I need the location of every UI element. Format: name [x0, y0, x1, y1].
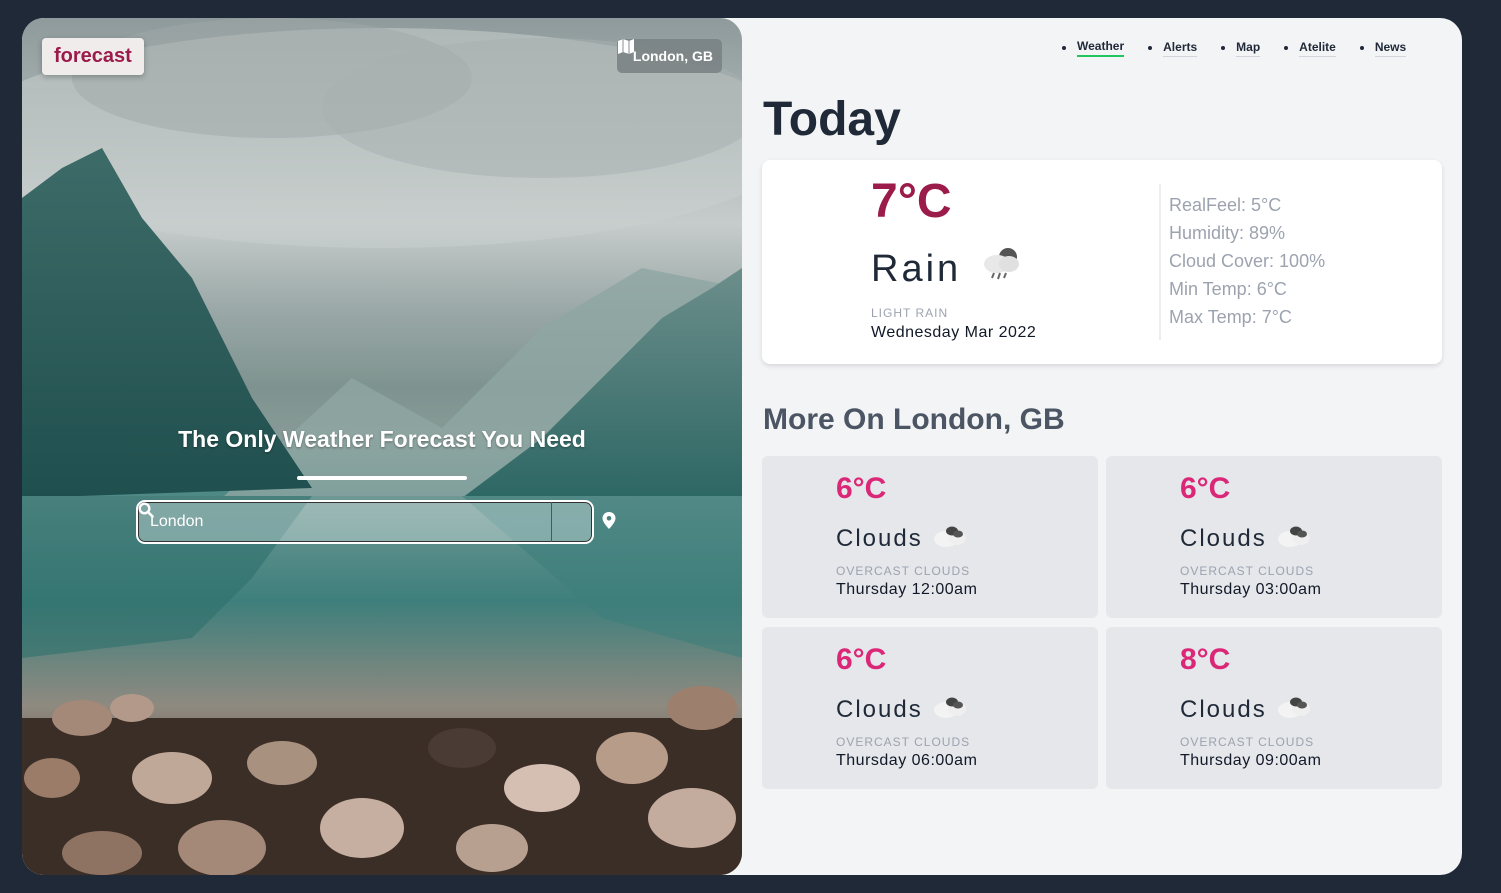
top-nav: Weather Alerts Map Atelite News [1062, 39, 1430, 57]
card-divider [1159, 184, 1161, 340]
nav-alerts[interactable]: Alerts [1148, 39, 1198, 57]
location-chip[interactable]: London, GB [616, 39, 722, 73]
nav-bullet [1221, 46, 1226, 50]
forecast-description: OVERCAST CLOUDS [1180, 564, 1315, 578]
forecast-condition: Clouds [1180, 522, 1313, 555]
forecast-temperature: 8°C [1180, 643, 1231, 676]
nav-bullet [1359, 46, 1364, 50]
forecast-card[interactable]: 8°C Clouds OVERCAST CLOUDS Thursday 09:0… [1106, 627, 1442, 789]
hero-panel: forecast London, GB The Only Weather For… [22, 18, 742, 875]
today-condition: Rain [871, 244, 1023, 294]
nav-bullet [1148, 46, 1153, 50]
forecast-condition-label: Clouds [836, 524, 923, 552]
forecast-time: Thursday 12:00am [836, 581, 978, 598]
today-temperature: 7°C [871, 175, 952, 228]
nav-weather[interactable]: Weather [1062, 39, 1125, 57]
forecast-description: OVERCAST CLOUDS [1180, 735, 1315, 749]
forecast-time: Thursday 06:00am [836, 752, 978, 769]
stat-realfeel: RealFeel: 5°C [1169, 195, 1282, 215]
forecast-condition: Clouds [1180, 693, 1313, 726]
forecast-condition: Clouds [836, 522, 969, 555]
today-heading: Today [763, 93, 901, 146]
today-card: 7°C Rain LIGHT RAIN Wednesday Mar 2022 R… [762, 160, 1442, 364]
clouds-icon [1277, 693, 1313, 726]
nav-bullet [1062, 46, 1066, 50]
nav-news[interactable]: News [1359, 39, 1407, 57]
today-date: Wednesday Mar 2022 [871, 324, 1037, 341]
forecast-condition-label: Clouds [836, 695, 923, 723]
nav-label: Map [1236, 40, 1261, 57]
forecast-time: Thursday 09:00am [1180, 752, 1322, 769]
today-stats: RealFeel: 5°C Humidity: 89% Cloud Cover:… [1169, 194, 1325, 334]
nav-label: Weather [1077, 39, 1125, 57]
rain-cloud-icon [979, 244, 1023, 294]
stat-cloud-cover: Cloud Cover: 100% [1169, 251, 1326, 271]
app-window: forecast London, GB The Only Weather For… [22, 18, 1462, 875]
forecast-card[interactable]: 6°C Clouds OVERCAST CLOUDS Thursday 06:0… [762, 627, 1098, 789]
stat-max-temp: Max Temp: 7°C [1169, 307, 1292, 327]
today-condition-label: Rain [871, 247, 962, 290]
more-heading: More On London, GB [763, 403, 1065, 436]
forecast-condition: Clouds [836, 693, 969, 726]
stat-humidity: Humidity: 89% [1169, 223, 1286, 243]
forecast-condition-label: Clouds [1180, 695, 1267, 723]
nav-label: Atelite [1299, 40, 1336, 57]
nav-bullet [1284, 46, 1289, 50]
clouds-icon [933, 693, 969, 726]
clouds-icon [933, 522, 969, 555]
forecast-description: OVERCAST CLOUDS [836, 735, 971, 749]
search-input[interactable] [138, 502, 551, 542]
forecast-temperature: 6°C [1180, 472, 1231, 505]
clouds-icon [1277, 522, 1313, 555]
forecast-temperature: 6°C [836, 643, 887, 676]
hero-tagline: The Only Weather Forecast You Need [178, 426, 586, 452]
nav-map[interactable]: Map [1221, 39, 1261, 57]
app-logo[interactable]: forecast [42, 38, 144, 75]
forecast-description: OVERCAST CLOUDS [836, 564, 971, 578]
nav-label: Alerts [1163, 40, 1198, 57]
stat-min-temp: Min Temp: 6°C [1169, 279, 1287, 299]
tagline-underline [297, 476, 467, 480]
forecast-card[interactable]: 6°C Clouds OVERCAST CLOUDS Thursday 12:0… [762, 456, 1098, 618]
forecast-time: Thursday 03:00am [1180, 581, 1322, 598]
forecast-card[interactable]: 6°C Clouds OVERCAST CLOUDS Thursday 03:0… [1106, 456, 1442, 618]
search-box [136, 500, 594, 544]
nav-label: News [1374, 40, 1407, 57]
search-button[interactable] [138, 502, 592, 542]
nav-atelite[interactable]: Atelite [1284, 39, 1336, 57]
forecast-condition-label: Clouds [1180, 524, 1267, 552]
location-chip-label: London, GB [632, 48, 713, 64]
forecast-temperature: 6°C [836, 472, 887, 505]
today-description: LIGHT RAIN [871, 306, 949, 320]
